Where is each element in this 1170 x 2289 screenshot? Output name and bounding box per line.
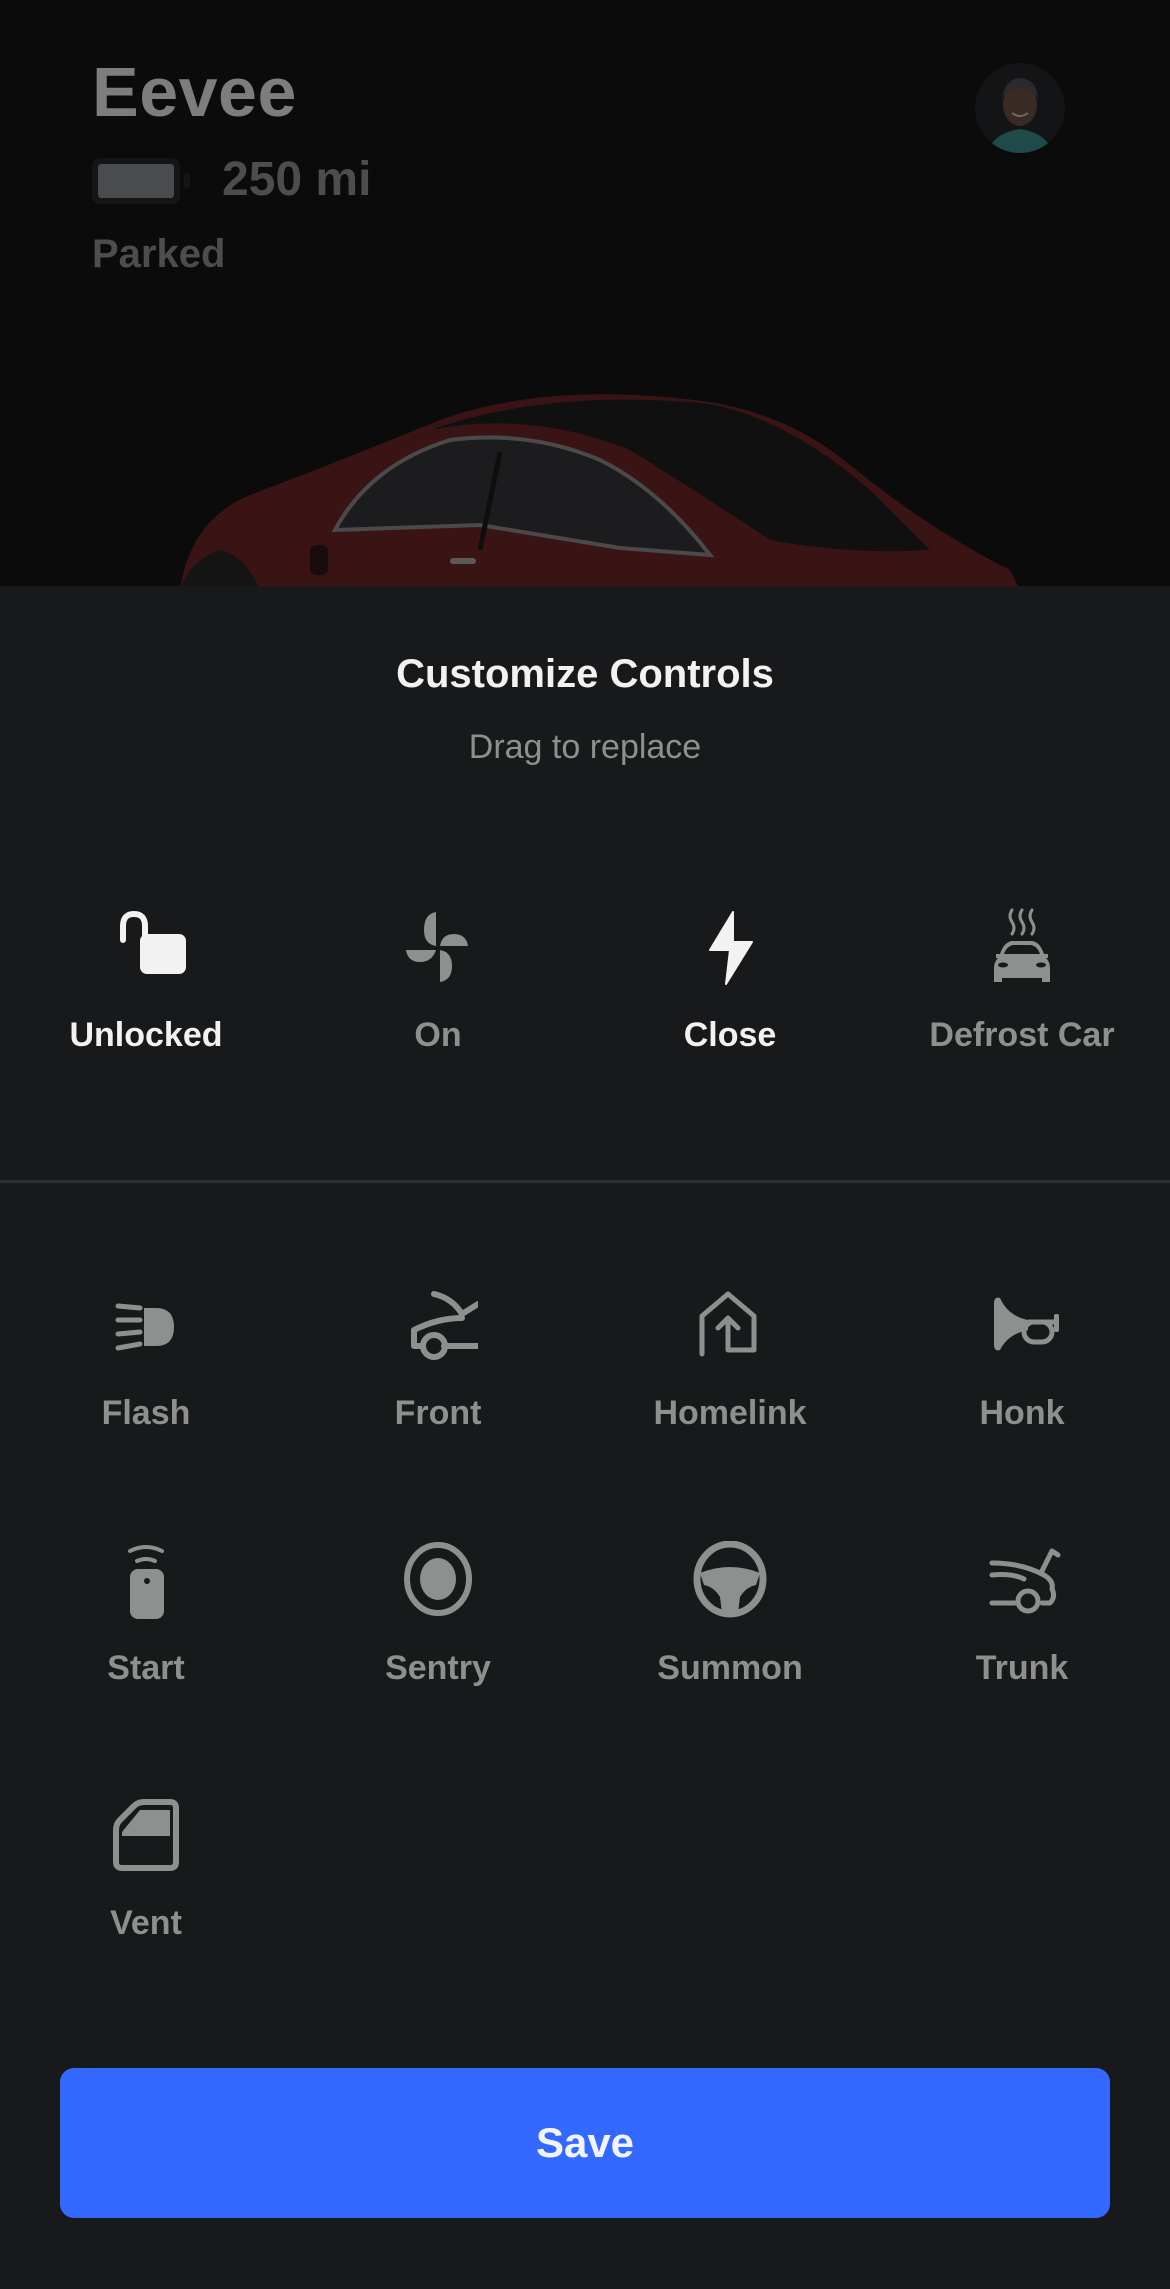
- sheet-title: Customize Controls: [396, 652, 774, 696]
- steering-wheel-icon: [693, 1541, 767, 1618]
- available-control-start[interactable]: Start: [0, 1541, 292, 1731]
- profile-photo-icon: [975, 63, 1065, 153]
- battery-icon: [92, 158, 190, 204]
- window-vent-icon: [113, 1799, 179, 1871]
- active-control-charge-port[interactable]: Close: [584, 908, 876, 1098]
- sentry-icon: [404, 1542, 472, 1616]
- active-control-unlock[interactable]: Unlocked: [0, 908, 292, 1098]
- control-label: Homelink: [653, 1394, 807, 1432]
- control-label: On: [414, 1016, 462, 1054]
- control-label: Unlocked: [69, 1016, 223, 1054]
- vehicle-image: [180, 394, 1018, 586]
- homelink-icon: [699, 1291, 757, 1357]
- vehicle-status: Parked: [92, 232, 226, 276]
- control-label: Trunk: [975, 1649, 1069, 1687]
- control-label: Sentry: [385, 1649, 491, 1687]
- control-label: Front: [394, 1394, 482, 1432]
- remote-start-icon: [128, 1545, 164, 1619]
- available-control-honk[interactable]: Honk: [876, 1286, 1168, 1476]
- active-control-defrost[interactable]: Defrost Car: [876, 908, 1168, 1098]
- horn-icon: [994, 1297, 1059, 1351]
- control-label: Summon: [657, 1649, 803, 1687]
- control-label: Defrost Car: [929, 1016, 1115, 1054]
- vehicle-header: Eevee 250 mi Parked: [0, 0, 1170, 586]
- frunk-icon: [411, 1291, 478, 1360]
- trunk-icon: [989, 1548, 1061, 1614]
- sheet-subtitle: Drag to replace: [468, 728, 702, 766]
- vehicle-name: Eevee: [92, 53, 297, 131]
- available-control-trunk[interactable]: Trunk: [876, 1541, 1168, 1731]
- control-label: Flash: [101, 1394, 191, 1432]
- fan-icon: [406, 912, 468, 982]
- available-control-homelink[interactable]: Homelink: [584, 1286, 876, 1476]
- control-label: Vent: [110, 1904, 182, 1942]
- customize-controls-sheet: Customize Controls Drag to replace Unloc…: [0, 586, 1170, 2289]
- available-control-front[interactable]: Front: [292, 1286, 584, 1476]
- range-readout: 250 mi: [222, 153, 372, 206]
- available-control-summon[interactable]: Summon: [584, 1541, 876, 1731]
- control-label: Close: [683, 1016, 777, 1054]
- section-divider: [0, 1180, 1170, 1183]
- available-control-sentry[interactable]: Sentry: [292, 1541, 584, 1731]
- headlight-icon: [115, 1303, 174, 1351]
- avatar[interactable]: [975, 63, 1065, 153]
- available-control-vent[interactable]: Vent: [0, 1796, 292, 1986]
- active-control-fan[interactable]: On: [292, 908, 584, 1098]
- unlock-icon: [120, 910, 186, 974]
- defrost-car-icon: [994, 908, 1050, 982]
- bolt-icon: [709, 911, 753, 985]
- save-button[interactable]: Save: [60, 2068, 1110, 2218]
- control-label: Start: [107, 1649, 185, 1687]
- available-control-flash[interactable]: Flash: [0, 1286, 292, 1476]
- control-label: Honk: [979, 1394, 1065, 1432]
